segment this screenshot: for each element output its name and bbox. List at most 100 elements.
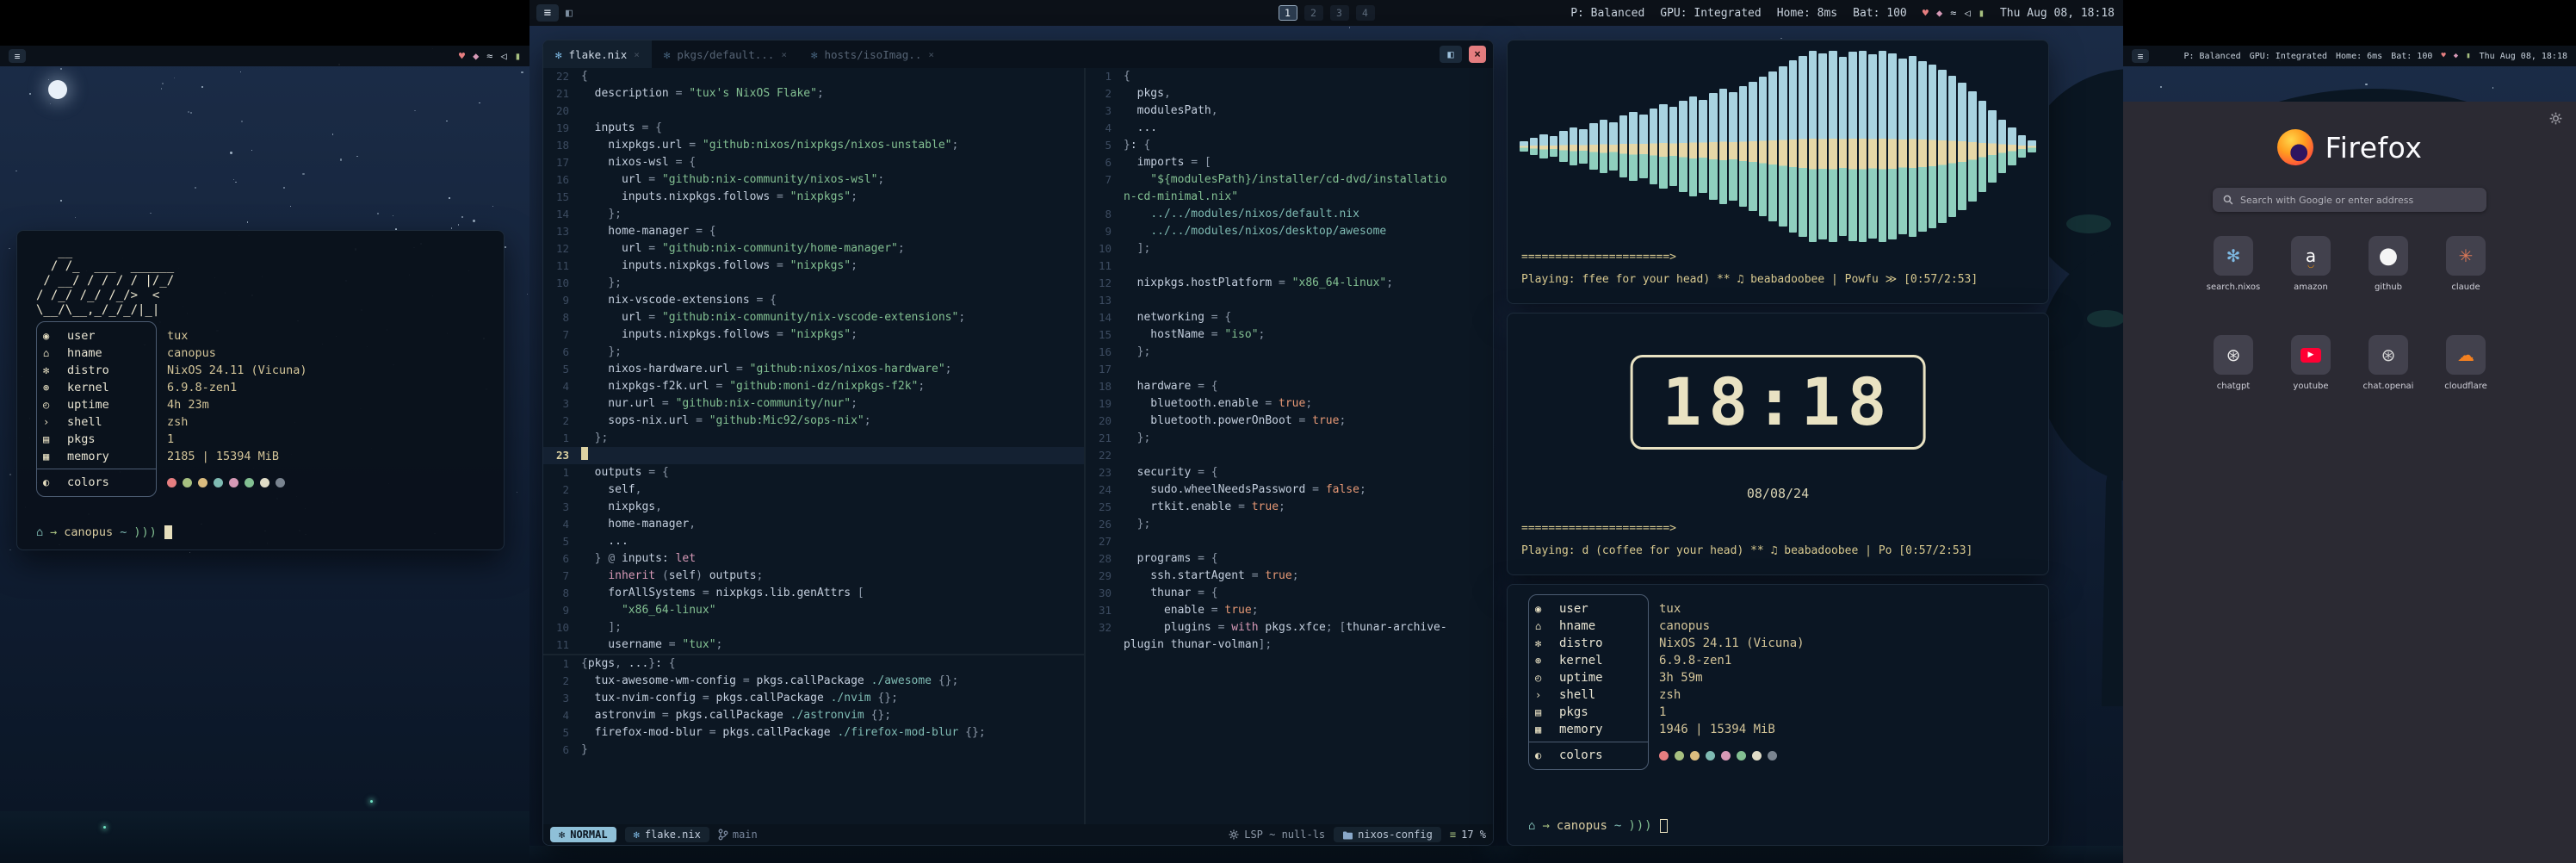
fetch-value: tux	[1632, 602, 1681, 616]
newtab-search-bar[interactable]	[2213, 188, 2486, 212]
editor-pane-iso[interactable]: 1{2 pkgs,3 modulesPath,4 ...5}: {6 impor…	[1086, 68, 1493, 654]
palette-dot	[1675, 751, 1684, 761]
audio-visualizer	[1520, 51, 2036, 242]
tab-close-icon[interactable]: ×	[781, 49, 787, 60]
editor-pane-pkgs[interactable]: 1{pkgs, ...}: {2 tux-awesome-wm-config =…	[543, 655, 1084, 764]
firefox-window[interactable]: ○ New Tab + ∨ – □ × ← → ↻	[2123, 46, 2559, 486]
shortcut-github[interactable]: ●github	[2351, 236, 2425, 292]
buffer-tabs: ✻flake.nix×✻pkgs/default...×✻hosts/isoIm…	[543, 40, 946, 68]
clock-module[interactable]: Thu Aug 08, 18:18	[2000, 7, 2115, 20]
shortcut-chat.openai[interactable]: ⊛chat.openai	[2351, 335, 2425, 391]
visualizer-bar	[1719, 89, 1728, 203]
line-number: 17	[1086, 361, 1124, 378]
media-icon[interactable]: ◆	[2454, 52, 2458, 60]
scroll-progress-segment: ≡ 17 %	[1450, 829, 1486, 841]
gpu-module[interactable]: GPU: Integrated	[1660, 7, 1761, 20]
battery-module[interactable]: Bat: 100	[2391, 52, 2432, 61]
shortcut-search.nixos[interactable]: ✻search.nixos	[2196, 236, 2270, 292]
code-text: };	[1124, 344, 1150, 361]
visualizer-bar	[1520, 141, 1528, 151]
line-number: 31	[1086, 602, 1124, 619]
close-buffer-button[interactable]: ×	[1469, 46, 1486, 63]
menu-icon[interactable]: ≡	[9, 49, 26, 63]
menu-icon[interactable]: ≡	[2132, 49, 2149, 63]
battery-icon[interactable]: ▮	[515, 50, 521, 62]
cava-window[interactable]: ======================> Playing: ffee fo…	[1507, 40, 2049, 304]
fetch-value: zsh	[139, 415, 188, 429]
buffer-pick-button[interactable]: ◧	[1440, 46, 1462, 63]
monitor-middle: ≡ ◧ 1234 P: Balanced GPU: Integrated Hom…	[529, 0, 2123, 863]
shortcut-cloudflare[interactable]: ☁cloudflare	[2429, 335, 2503, 391]
code-text: inputs = {	[581, 120, 662, 137]
battery-icon[interactable]: ▮	[2466, 52, 2470, 60]
personalize-gear-icon[interactable]	[2549, 112, 2559, 128]
shortcut-youtube[interactable]: ▶youtube	[2274, 335, 2348, 391]
gpu-module[interactable]: GPU: Integrated	[2250, 52, 2327, 61]
heart-icon[interactable]: ♥	[2441, 52, 2445, 60]
code-text: modulesPath,	[1124, 102, 1218, 120]
code-line: 30 thunar = {	[1086, 585, 1493, 602]
battery-module[interactable]: Bat: 100	[1853, 7, 1907, 20]
workspace-1[interactable]: 1	[1279, 5, 1297, 21]
fetch-label: uptime	[60, 398, 139, 412]
clock-window[interactable]: 18:18 08/08/24 ======================> P…	[1507, 313, 2049, 575]
workspace-3[interactable]: 3	[1330, 5, 1349, 21]
palette-dot	[276, 478, 285, 487]
fetch-row-colors: ◐colors	[1528, 747, 1805, 764]
star	[48, 79, 49, 80]
shortcut-label: github	[2375, 282, 2402, 292]
bar-left-group: ≡ ◧	[536, 4, 573, 22]
network-icon[interactable]: ≈	[486, 50, 492, 62]
shortcut-claude[interactable]: ✳claude	[2429, 236, 2503, 292]
layout-icon[interactable]: ◧	[566, 7, 573, 20]
media-icon[interactable]: ◆	[473, 50, 479, 62]
visualizer-bar	[1918, 61, 1927, 232]
shell-prompt[interactable]: ⌂ → canopus ~ )))	[36, 525, 172, 539]
shortcut-amazon[interactable]: a◡amazon	[2274, 236, 2348, 292]
power-profile-module[interactable]: P: Balanced	[1570, 7, 1644, 20]
heart-icon[interactable]: ♥	[1923, 7, 1929, 19]
code-line: 16 };	[1086, 344, 1493, 361]
tab-close-icon[interactable]: ×	[928, 49, 934, 60]
star	[188, 111, 189, 113]
code-text: {pkgs, ...}: {	[581, 655, 676, 673]
visualizer-bar	[1879, 51, 1887, 242]
search-icon	[2223, 195, 2233, 205]
home-icon: ⌂	[36, 525, 43, 539]
volume-icon[interactable]: ◁	[501, 50, 507, 62]
network-latency-module[interactable]: Home: 8ms	[1777, 7, 1837, 20]
media-icon[interactable]: ◆	[1936, 7, 1942, 19]
neovim-window[interactable]: ✻flake.nix×✻pkgs/default...×✻hosts/isoIm…	[542, 40, 1494, 846]
editor-tab-flake.nix[interactable]: ✻flake.nix×	[543, 40, 652, 68]
tab-close-icon[interactable]: ×	[634, 49, 640, 60]
clock-module[interactable]: Thu Aug 08, 18:18	[2480, 52, 2567, 61]
code-line: 8 url = "github:nix-community/nix-vscode…	[543, 309, 1084, 326]
fastfetch-window[interactable]: ◉usertux⌂hnamecanopus✻distroNixOS 24.11 …	[1507, 584, 2049, 846]
editor-tab-pkgs/default...[interactable]: ✻pkgs/default...×	[652, 40, 799, 68]
code-text: ../../modules/nixos/desktop/awesome	[1124, 223, 1386, 240]
workspace-2[interactable]: 2	[1304, 5, 1323, 21]
network-icon[interactable]: ≈	[1950, 7, 1956, 19]
newtab-search-input[interactable]	[2240, 195, 2476, 206]
editor-tab-hosts/isoImag..[interactable]: ✻hosts/isoImag..×	[799, 40, 946, 68]
network-latency-module[interactable]: Home: 6ms	[2336, 52, 2382, 61]
editor-pane-flake[interactable]: 22{21 description = "tux's NixOS Flake";…	[543, 68, 1084, 654]
shell-prompt[interactable]: ⌂ → canopus ~ )))	[1528, 819, 1668, 833]
git-branch-icon	[718, 829, 728, 841]
menu-icon[interactable]: ≡	[536, 4, 559, 22]
volume-icon[interactable]: ◁	[1964, 7, 1970, 19]
workspace-4[interactable]: 4	[1356, 5, 1375, 21]
code-line: 29 ssh.startAgent = true;	[1086, 568, 1493, 585]
battery-icon[interactable]: ▮	[1978, 7, 1985, 19]
visualizer-bar	[1669, 107, 1678, 185]
fetch-label: shell	[1552, 688, 1632, 702]
code-line: 1{pkgs, ...}: {	[543, 655, 1084, 673]
palette-icon: ◐	[1528, 749, 1552, 761]
heart-icon[interactable]: ♥	[459, 50, 465, 62]
visualizer-bar	[1968, 91, 1977, 202]
shortcut-chatgpt[interactable]: ⊛chatgpt	[2196, 335, 2270, 391]
power-profile-module[interactable]: P: Balanced	[2183, 52, 2240, 61]
digital-clock: 18:18	[1631, 355, 1926, 450]
visualizer-bar	[1779, 66, 1787, 227]
terminal-window[interactable]: __ / /_ ___ ______ / __/ / / / / |/_// /…	[16, 230, 505, 550]
